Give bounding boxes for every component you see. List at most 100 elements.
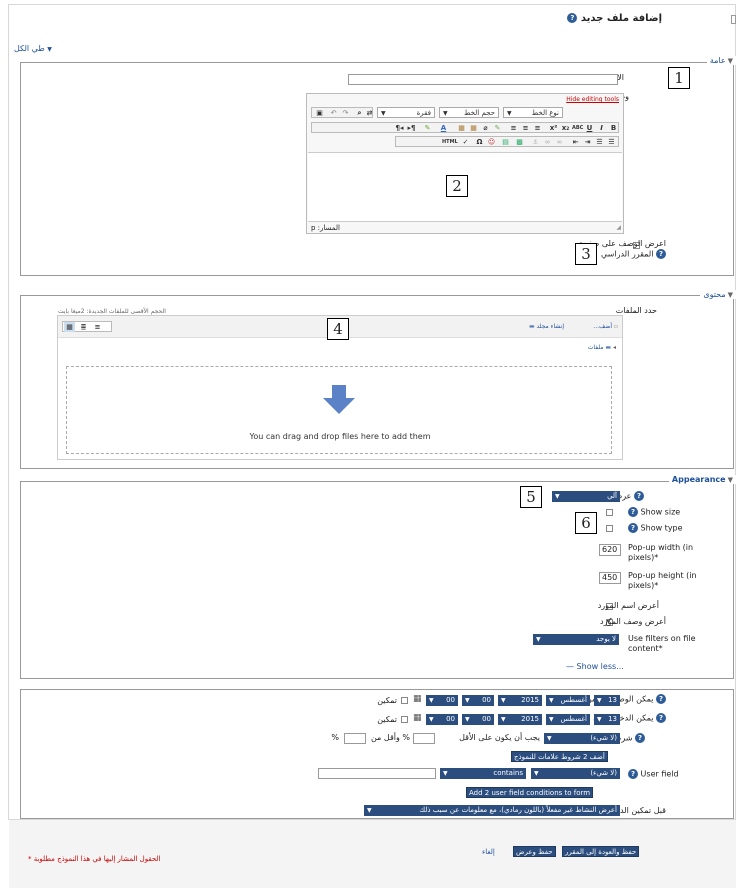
help-icon[interactable]: ? <box>628 507 638 517</box>
resize-handle-icon[interactable]: ◢ <box>616 224 621 231</box>
popup-width-input[interactable]: 620 <box>599 544 621 556</box>
until-year-select[interactable]: 2015 ▼ <box>498 714 542 725</box>
help-icon[interactable]: ? <box>567 13 578 23</box>
rtl-icon[interactable]: ¶◂ <box>394 123 405 133</box>
media-icon[interactable]: ▤ <box>500 137 511 147</box>
icon-view-icon[interactable]: ▦ <box>64 322 75 332</box>
font-size-select[interactable]: حجم الخط ▼ <box>439 107 499 118</box>
appearance-legend[interactable]: Appearance ▼ <box>668 475 736 484</box>
from-year-select[interactable]: 2015 ▼ <box>498 695 542 706</box>
add-grade-conditions-button[interactable]: أضف 2 شروط علامات للنموذج <box>511 751 608 762</box>
popup-height-input[interactable]: 450 <box>599 572 621 584</box>
until-enable-checkbox[interactable] <box>401 716 408 723</box>
general-legend[interactable]: عامة ▼ <box>706 56 736 65</box>
replace-icon[interactable]: ⇄ <box>364 108 375 118</box>
from-enable-checkbox[interactable] <box>401 697 408 704</box>
paste-word-icon[interactable]: ▦ <box>468 123 479 133</box>
from-minute-select[interactable]: 00 ▼ <box>426 695 458 706</box>
spellcheck-icon[interactable]: ✓ <box>460 137 471 147</box>
html-icon[interactable]: HTML <box>442 137 458 147</box>
name-input[interactable] <box>348 74 618 85</box>
collapse-all-link[interactable]: طي الكل ▼ <box>14 44 52 53</box>
paste-text-icon[interactable]: ▦ <box>456 123 467 133</box>
show-size-checkbox[interactable] <box>606 509 613 516</box>
files-breadcrumb[interactable]: ◂ ▬ ملفات <box>588 344 616 351</box>
max-size-text: الحجم الأقصى للملفات الجديدة: 2ميغا بايت <box>58 308 166 315</box>
help-icon[interactable]: ? <box>656 713 666 723</box>
emoticon-icon[interactable]: ☺ <box>486 137 497 147</box>
save-return-button[interactable]: حفظ والعودة إلى المقرر <box>562 846 640 857</box>
insert-image-icon[interactable]: ▣ <box>314 108 325 118</box>
underline-icon[interactable]: U <box>584 123 595 133</box>
text-color-icon[interactable]: A <box>438 123 449 133</box>
redo-icon[interactable]: ↷ <box>340 108 351 118</box>
italic-icon[interactable]: I <box>596 123 607 133</box>
special-char-icon[interactable]: Ω <box>474 137 485 147</box>
calendar-icon[interactable]: ▦ <box>413 713 422 723</box>
add-user-field-conditions-button[interactable]: Add 2 user field conditions to form <box>466 787 594 798</box>
must-be-at-least-label: يجب أن يكون على الأقل <box>459 733 540 742</box>
undo-icon[interactable]: ↶ <box>328 108 339 118</box>
ltr-icon[interactable]: ▸¶ <box>406 123 417 133</box>
show-less-link[interactable]: — Show less... <box>566 662 624 671</box>
align-left-icon[interactable]: ≡ <box>532 123 543 133</box>
calendar-icon[interactable]: ▦ <box>413 694 422 704</box>
until-month-select[interactable]: أغسطس ▼ <box>546 714 590 725</box>
clean-icon[interactable]: ✎ <box>492 123 503 133</box>
and-less-than-label: % وأقل من <box>370 733 410 742</box>
before-access-select[interactable]: أعرض النشاط غير مفعلاً (باللون رمادي)، م… <box>364 805 620 816</box>
help-icon[interactable]: ? <box>634 491 644 501</box>
hide-editing-tools-link[interactable]: Hide editing tools <box>566 96 619 103</box>
from-month-select[interactable]: أغسطس ▼ <box>546 695 590 706</box>
remove-format-icon[interactable]: ⌀ <box>480 123 491 133</box>
from-hour-select[interactable]: 00 ▼ <box>462 695 494 706</box>
numbered-list-icon[interactable]: ☰ <box>594 137 605 147</box>
user-field-value-input[interactable] <box>318 768 436 779</box>
list-view-icon[interactable]: ≣ <box>78 322 89 332</box>
content-legend[interactable]: محتوى ▼ <box>700 290 736 299</box>
drop-zone[interactable]: You can drag and drop files here to add … <box>66 366 612 454</box>
highlight-icon[interactable]: ✎ <box>422 123 433 133</box>
anchor-icon[interactable]: ⚓ <box>530 137 541 147</box>
font-family-select[interactable]: نوع الخط ▼ <box>503 107 563 118</box>
paragraph-select[interactable]: فقرة ▼ <box>377 107 435 118</box>
image-icon[interactable]: ▩ <box>514 137 525 147</box>
subscript-icon[interactable]: x₂ <box>560 123 571 133</box>
until-minute-select[interactable]: 00 ▼ <box>426 714 458 725</box>
chevron-down-icon: ▼ <box>547 735 552 742</box>
chevron-down-icon: ▼ <box>443 110 448 117</box>
unlink-icon[interactable]: ∞ <box>542 137 553 147</box>
create-folder-button[interactable]: إنشاء مجلد ▬ <box>529 323 564 330</box>
until-hour-select[interactable]: 00 ▼ <box>462 714 494 725</box>
outdent-icon[interactable]: ⇤ <box>570 137 581 147</box>
display-select[interactable]: آلي ▼ <box>552 491 620 502</box>
save-display-button[interactable]: حفظ وعرض <box>513 846 556 857</box>
help-icon[interactable]: ? <box>656 249 666 259</box>
indent-icon[interactable]: ⇥ <box>582 137 593 147</box>
link-icon[interactable]: ∞ <box>554 137 565 147</box>
help-icon[interactable]: ? <box>656 694 666 704</box>
align-center-icon[interactable]: ≡ <box>520 123 531 133</box>
until-day-select[interactable]: 13 ▼ <box>594 714 620 725</box>
align-right-icon[interactable]: ≡ <box>508 123 519 133</box>
cancel-button[interactable]: إلغاء <box>482 848 495 856</box>
tree-view-icon[interactable]: ≡ <box>92 322 103 332</box>
bullet-list-icon[interactable]: ☰ <box>606 137 617 147</box>
strikethrough-icon[interactable]: ABC <box>572 123 583 133</box>
help-icon[interactable]: ? <box>628 523 638 533</box>
help-icon[interactable]: ? <box>635 733 645 743</box>
grade-item-select[interactable]: (لا شيء) ▼ <box>544 733 620 744</box>
help-icon[interactable]: ? <box>628 769 638 779</box>
superscript-icon[interactable]: x² <box>548 123 559 133</box>
bold-icon[interactable]: B <box>608 123 619 133</box>
grade-max-input[interactable] <box>344 733 366 744</box>
show-type-checkbox[interactable] <box>606 525 613 532</box>
grade-min-input[interactable] <box>413 733 435 744</box>
operator-select[interactable]: contains ▼ <box>440 768 526 779</box>
user-field-select[interactable]: (لا شيء) ▼ <box>531 768 620 779</box>
caret-down-icon: ▼ <box>727 291 733 299</box>
add-file-button[interactable]: ▫ أضف... <box>593 323 618 330</box>
use-filters-select[interactable]: لا يوجد ▼ <box>533 634 619 645</box>
chevron-down-icon: ▼ <box>549 697 554 704</box>
from-day-select[interactable]: 13 ▼ <box>594 695 620 706</box>
